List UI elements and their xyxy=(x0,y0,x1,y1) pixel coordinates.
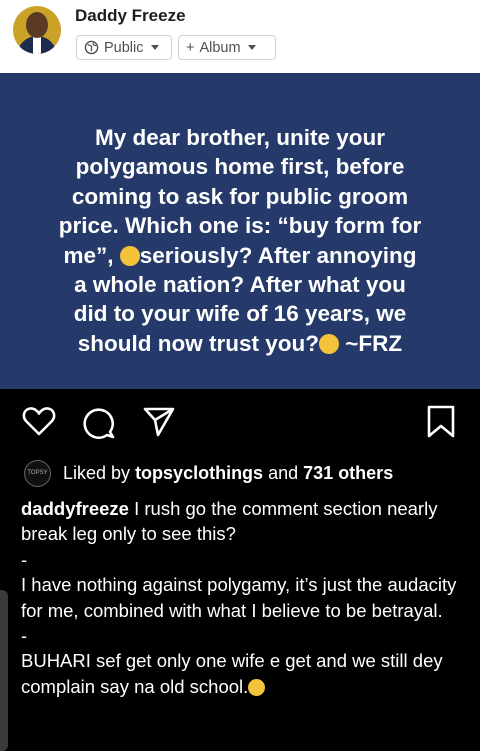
heart-icon[interactable] xyxy=(22,405,56,437)
likes-count[interactable]: 731 others xyxy=(303,463,393,483)
post-line: should now trust you? ~FRZ xyxy=(20,329,460,358)
chevron-down-icon xyxy=(247,45,256,50)
post-text: My dear brother, unite your polygamous h… xyxy=(20,123,460,358)
avatar-face xyxy=(26,12,48,38)
comment-icon[interactable] xyxy=(82,405,116,439)
album-selector[interactable]: + Album xyxy=(178,35,276,60)
globe-icon xyxy=(84,40,99,55)
profile-avatar[interactable] xyxy=(13,6,61,54)
likes-prefix: Liked by xyxy=(63,463,131,483)
likes-conj: and xyxy=(268,463,299,483)
liker-username[interactable]: topsyclothings xyxy=(135,463,263,483)
eye-roll-emoji xyxy=(319,333,340,354)
caption-separator: - xyxy=(21,625,28,647)
post-line: polygamous home first, before xyxy=(75,154,405,180)
post-fragment: me”, xyxy=(63,242,114,268)
bookmark-icon[interactable] xyxy=(426,405,456,439)
post-line: price. Which one is: “buy form for xyxy=(58,213,422,239)
post-fragment: should now trust you? xyxy=(77,330,320,356)
post-line: me”, seriously? After annoying xyxy=(20,241,460,270)
privacy-label: Public xyxy=(104,39,144,56)
likes-row[interactable]: TOPSY Liked by topsyclothings and 731 ot… xyxy=(24,460,393,487)
likes-text: Liked by topsyclothings and 731 others xyxy=(63,463,393,484)
post-line: coming to ask for public groom xyxy=(71,183,409,209)
post-fragment: ~FRZ xyxy=(345,330,403,356)
caption-separator: - xyxy=(21,548,28,570)
post-fragment: seriously? After annoying xyxy=(139,242,417,268)
chevron-down-icon xyxy=(150,45,159,50)
caption-text: I have nothing against polygamy, it’s ju… xyxy=(21,574,462,621)
eye-roll-emoji xyxy=(119,245,140,266)
privacy-selector[interactable]: Public xyxy=(76,35,172,60)
liker-avatar[interactable]: TOPSY xyxy=(24,460,51,487)
post-line: a whole nation? After what you xyxy=(74,272,406,298)
caption-text: BUHARI sef get only one wife e get and w… xyxy=(21,650,448,697)
caption: daddyfreeze I rush go the comment sectio… xyxy=(21,496,466,699)
plus-icon: + xyxy=(186,39,195,56)
avatar-shirt xyxy=(33,36,41,54)
post-line: My dear brother, unite your xyxy=(94,125,386,150)
album-label: Album xyxy=(199,39,241,56)
share-icon[interactable] xyxy=(142,405,176,437)
profile-name[interactable]: Daddy Freeze xyxy=(75,6,186,26)
post-header: Daddy Freeze Public + Album xyxy=(0,0,480,73)
action-bar xyxy=(0,405,480,439)
laughing-emoji xyxy=(248,678,266,696)
side-handle[interactable] xyxy=(0,590,8,751)
post-line: did to your wife of 16 years, we xyxy=(73,301,407,327)
caption-username[interactable]: daddyfreeze xyxy=(21,498,129,519)
